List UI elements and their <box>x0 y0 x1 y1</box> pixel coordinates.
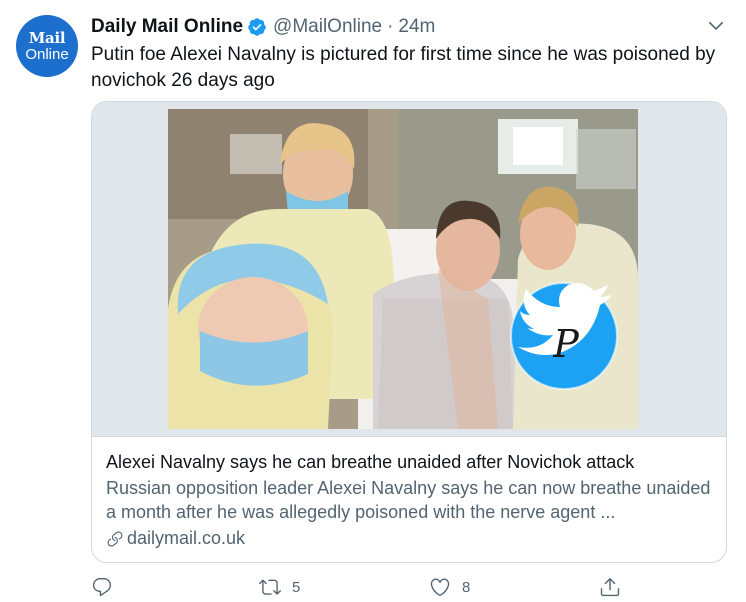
reply-button[interactable] <box>91 576 124 598</box>
card-domain[interactable]: dailymail.co.uk <box>106 528 714 549</box>
card-body: Alexei Navalny says he can breathe unaid… <box>106 450 714 549</box>
reply-icon <box>92 578 112 597</box>
card-description: Russian opposition leader Alexei Navalny… <box>106 478 711 522</box>
action-bar: 5 8 <box>91 576 651 600</box>
link-icon <box>107 531 123 547</box>
display-name[interactable]: Daily Mail Online <box>91 16 243 38</box>
retweet-icon <box>259 579 281 595</box>
avatar-logo-bottom: Online <box>25 45 69 63</box>
retweet-count: 5 <box>292 578 301 596</box>
card-media: P <box>92 102 726 437</box>
avatar[interactable]: Mail Online <box>16 15 78 77</box>
tweet-text: Putin foe Alexei Navalny is pictured for… <box>91 44 716 91</box>
chevron-down-icon[interactable] <box>706 16 726 36</box>
heart-icon <box>430 578 450 596</box>
card-photo: P <box>168 109 638 429</box>
card-domain-text: dailymail.co.uk <box>127 528 246 548</box>
handle[interactable]: @MailOnline <box>273 16 382 38</box>
timestamp[interactable]: 24m <box>398 16 435 38</box>
tweet-header: Daily Mail Online @MailOnline · 24m <box>91 15 435 39</box>
like-button[interactable]: 8 <box>429 576 470 598</box>
separator-dot: · <box>387 16 394 37</box>
watermark-letter: P <box>552 322 580 366</box>
link-card[interactable]: P Alexei Navalny says he can breathe una… <box>91 101 727 563</box>
share-button[interactable] <box>599 576 621 598</box>
verified-badge-icon <box>248 18 266 36</box>
card-title[interactable]: Alexei Navalny says he can breathe unaid… <box>106 450 714 474</box>
avatar-logo-top: Mail <box>28 28 66 47</box>
retweet-button[interactable]: 5 <box>259 576 300 598</box>
share-icon <box>600 578 620 597</box>
tweet[interactable]: Mail Online Daily Mail Online @MailOnlin… <box>0 0 746 602</box>
like-count: 8 <box>462 578 471 596</box>
